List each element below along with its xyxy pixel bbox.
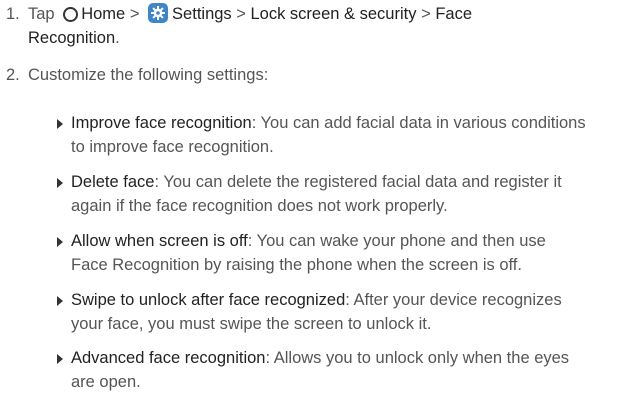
face-label-part2: Recognition bbox=[28, 29, 116, 47]
step-number: 2. bbox=[6, 66, 20, 84]
step-2: 2. Customize the following settings: bbox=[6, 63, 268, 87]
bullet-desc-cont: Face Recognition by raising the phone wh… bbox=[71, 256, 522, 274]
bullet-item: Swipe to unlock after face recognized: A… bbox=[55, 288, 630, 336]
bullet-item: Advanced face recognition: Allows you to… bbox=[55, 346, 630, 394]
bullet-arrow-icon bbox=[57, 296, 63, 306]
bullet-item: Delete face: You can delete the register… bbox=[55, 170, 630, 218]
bullet-desc: : You can delete the registered facial d… bbox=[154, 173, 562, 191]
bullet-item: Allow when screen is off: You can wake y… bbox=[55, 229, 630, 277]
bullet-desc-cont: to improve face recognition. bbox=[71, 138, 274, 156]
lock-screen-label: Lock screen & security bbox=[250, 5, 417, 23]
tap-text: Tap bbox=[28, 5, 55, 23]
home-icon bbox=[63, 7, 79, 22]
period: . bbox=[115, 29, 120, 47]
step-1: 1. Tap Home > Settings > Lock screen & s… bbox=[6, 2, 472, 47]
separator: > bbox=[421, 5, 431, 23]
bullet-desc: : After your device recognizes bbox=[345, 291, 562, 309]
bullet-arrow-icon bbox=[57, 354, 63, 364]
bullet-item: Improve face recognition: You can add fa… bbox=[55, 111, 630, 159]
bullet-desc-cont: your face, you must swipe the screen to … bbox=[71, 315, 432, 333]
bullet-term: Advanced face recognition bbox=[71, 349, 266, 367]
bullet-desc-cont: again if the face recognition does not w… bbox=[71, 197, 448, 215]
instructions-page: 1. Tap Home > Settings > Lock screen & s… bbox=[0, 0, 638, 393]
bullet-desc-cont: are open. bbox=[71, 373, 141, 391]
step-body: Tap Home > Settings > Lock screen & secu… bbox=[28, 2, 628, 50]
bullet-term: Swipe to unlock after face recognized bbox=[71, 291, 346, 309]
settings-label: Settings bbox=[172, 5, 232, 23]
settings-icon bbox=[148, 3, 169, 23]
home-label: Home bbox=[81, 5, 126, 23]
separator: > bbox=[129, 5, 140, 23]
bullet-term: Allow when screen is off bbox=[71, 232, 248, 250]
bullet-arrow-icon bbox=[57, 178, 63, 188]
bullet-desc: : You can wake your phone and then use bbox=[247, 232, 546, 250]
bullet-term: Delete face bbox=[71, 173, 155, 191]
bullet-arrow-icon bbox=[57, 119, 63, 129]
separator: > bbox=[236, 5, 246, 23]
bullet-arrow-icon bbox=[57, 237, 63, 247]
bullet-term: Improve face recognition bbox=[71, 114, 252, 132]
step-body: Customize the following settings: bbox=[28, 66, 269, 84]
bullet-desc: : You can add facial data in various con… bbox=[251, 114, 586, 132]
face-label-part1: Face bbox=[435, 5, 472, 23]
step-number: 1. bbox=[6, 5, 20, 23]
bullet-desc: : Allows you to unlock only when the eye… bbox=[265, 349, 570, 367]
